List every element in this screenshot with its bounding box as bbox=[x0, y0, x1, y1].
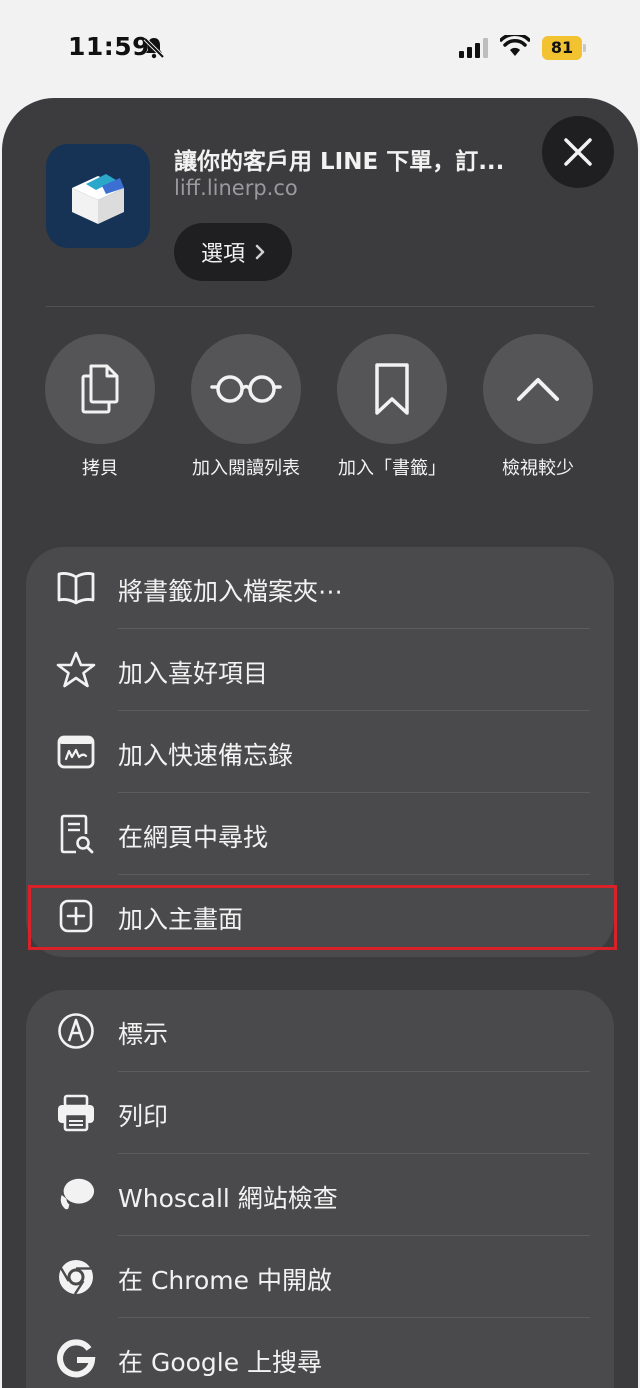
chevron-right-icon bbox=[255, 244, 265, 260]
bell-slash-icon bbox=[143, 37, 165, 59]
menu-item-markup[interactable]: 標示 bbox=[26, 990, 614, 1072]
bookmark-icon bbox=[375, 363, 409, 415]
google-icon bbox=[56, 1339, 96, 1379]
menu-item-find-in-page[interactable]: 在網頁中尋找 bbox=[26, 793, 614, 875]
status-bar: 11:59 81 bbox=[0, 0, 640, 96]
battery-level: 81 bbox=[542, 36, 582, 60]
chevron-up-icon bbox=[517, 378, 559, 401]
share-sheet: 讓你的客戶用 LINE 下單，訂... liff.linerp.co 選項 拷貝 bbox=[2, 98, 638, 1388]
battery-cap bbox=[583, 44, 586, 52]
header-divider bbox=[46, 306, 594, 307]
menu-item-label: Whoscall 網站檢查 bbox=[118, 1184, 338, 1213]
page-title: 讓你的客戶用 LINE 下單，訂... bbox=[174, 149, 505, 175]
book-icon bbox=[56, 568, 96, 608]
reading-glasses-icon bbox=[210, 375, 282, 403]
menu-item-label: 將書籤加入檔案夾⋯ bbox=[118, 577, 344, 606]
menu-item-add-quick-note[interactable]: 加入快速備忘錄 bbox=[26, 711, 614, 793]
cellular-signal-icon bbox=[459, 38, 488, 58]
action-view-less[interactable]: 檢視較少 bbox=[482, 334, 594, 479]
status-time: 11:59 bbox=[68, 32, 151, 61]
chrome-icon bbox=[56, 1257, 96, 1297]
star-icon bbox=[56, 650, 96, 690]
find-in-page-icon bbox=[56, 814, 96, 854]
action-copy[interactable]: 拷貝 bbox=[44, 334, 156, 479]
copy-icon bbox=[81, 364, 119, 414]
action-bookmark[interactable]: 加入「書籤」 bbox=[336, 334, 448, 479]
close-button[interactable] bbox=[542, 116, 614, 188]
menu-group-extensions: 標示 列印 Whoscall 網站檢查 在 Chrome 中開啟 在 Googl… bbox=[26, 990, 614, 1388]
action-reading-list[interactable]: 加入閱讀列表 bbox=[190, 334, 302, 479]
menu-item-add-favorite[interactable]: 加入喜好項目 bbox=[26, 629, 614, 711]
menu-item-label: 加入喜好項目 bbox=[118, 659, 269, 688]
action-view-less-label: 檢視較少 bbox=[502, 458, 574, 479]
wifi-icon bbox=[500, 35, 530, 56]
menu-item-whoscall-check[interactable]: Whoscall 網站檢查 bbox=[26, 1154, 614, 1236]
action-bookmark-circle[interactable] bbox=[337, 334, 447, 444]
page-url: liff.linerp.co bbox=[174, 176, 298, 200]
site-icon bbox=[46, 144, 150, 248]
whoscall-bubble-icon bbox=[56, 1175, 96, 1215]
battery-indicator: 81 bbox=[542, 36, 586, 60]
quick-note-icon bbox=[56, 732, 96, 772]
menu-item-label: 在網頁中尋找 bbox=[118, 823, 269, 852]
close-icon bbox=[564, 138, 592, 166]
menu-item-add-bookmark-to-folder[interactable]: 將書籤加入檔案夾⋯ bbox=[26, 547, 614, 629]
menu-item-label: 在 Google 上搜尋 bbox=[118, 1348, 323, 1377]
menu-item-search-google[interactable]: 在 Google 上搜尋 bbox=[26, 1318, 614, 1388]
menu-item-label: 列印 bbox=[118, 1102, 169, 1131]
options-button[interactable]: 選項 bbox=[174, 223, 292, 281]
action-view-less-circle[interactable] bbox=[483, 334, 593, 444]
markup-pen-icon bbox=[56, 1011, 96, 1051]
highlight-box bbox=[28, 885, 617, 950]
menu-item-label: 在 Chrome 中開啟 bbox=[118, 1266, 332, 1295]
printer-icon bbox=[56, 1093, 96, 1133]
site-logo-icon bbox=[72, 174, 124, 224]
menu-item-open-in-chrome[interactable]: 在 Chrome 中開啟 bbox=[26, 1236, 614, 1318]
menu-item-label: 標示 bbox=[118, 1020, 169, 1049]
options-label: 選項 bbox=[200, 242, 245, 267]
menu-item-print[interactable]: 列印 bbox=[26, 1072, 614, 1154]
action-reading-list-circle[interactable] bbox=[191, 334, 301, 444]
action-copy-circle[interactable] bbox=[45, 334, 155, 444]
menu-item-label: 加入快速備忘錄 bbox=[118, 741, 294, 770]
